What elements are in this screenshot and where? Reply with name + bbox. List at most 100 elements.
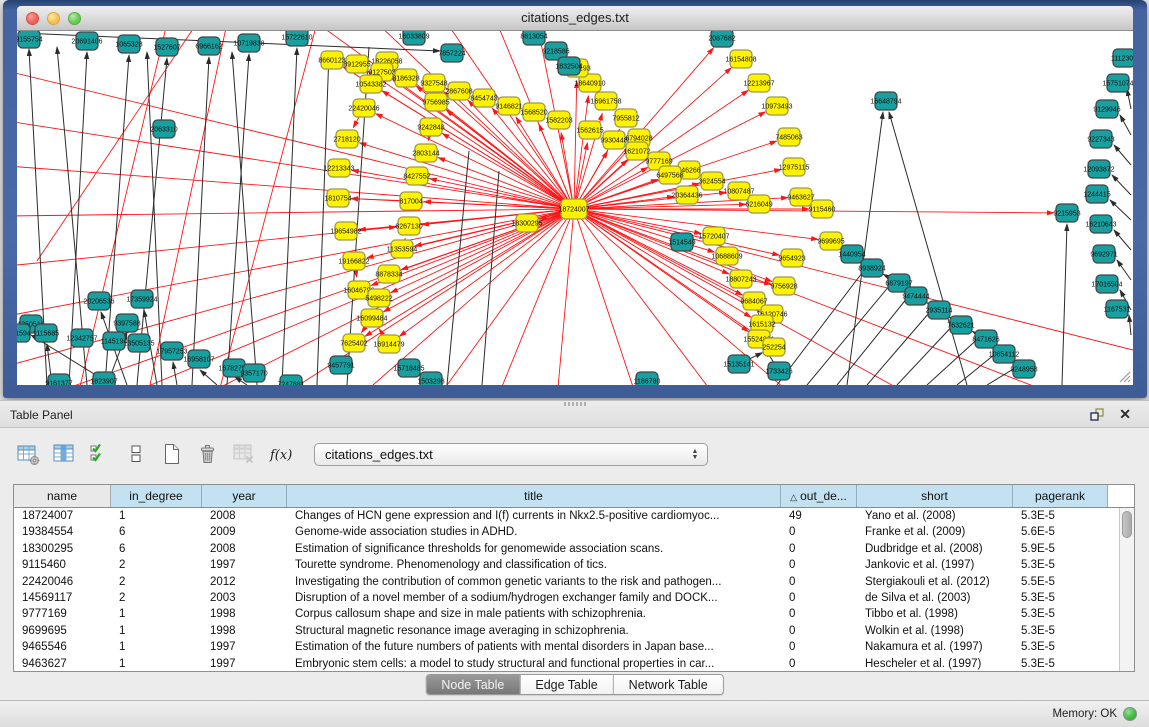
close-panel-icon[interactable]: ✕ <box>1119 406 1131 423</box>
graph-node[interactable]: 16033809 <box>398 31 429 45</box>
graph-node[interactable]: 17016504 <box>1091 275 1122 293</box>
graph-node[interactable]: 2063310 <box>150 120 177 138</box>
tab-network-table[interactable]: Network Table <box>614 675 723 694</box>
graph-node[interactable]: 8912955 <box>343 55 370 73</box>
graph-node[interactable]: 9756928 <box>770 277 797 295</box>
graph-node[interactable]: 1145194 <box>101 332 128 350</box>
graph-node[interactable]: 6216049 <box>745 195 772 213</box>
graph-node[interactable]: 7485063 <box>775 128 802 146</box>
graph-node[interactable]: 16958107 <box>183 350 214 368</box>
graph-node[interactable]: 2867608 <box>445 82 472 100</box>
float-panel-icon[interactable] <box>1090 408 1105 422</box>
select-columns-icon[interactable] <box>86 440 113 468</box>
graph-node[interactable]: 1582203 <box>545 111 572 129</box>
graph-node[interactable]: 1832504 <box>555 57 582 75</box>
graph-node[interactable]: 9129946 <box>1093 100 1120 118</box>
graph-node[interactable]: 6966162 <box>195 37 222 55</box>
graph-node[interactable]: 16961758 <box>590 92 621 110</box>
graph-node[interactable]: 20691406 <box>71 32 102 50</box>
graph-node[interactable]: 9248958 <box>1010 360 1037 378</box>
graph-node[interactable]: 8938924 <box>858 259 885 277</box>
graph-node[interactable]: 15751074 <box>1102 74 1133 92</box>
graph-node[interactable]: 5498222 <box>365 289 392 307</box>
graph-node[interactable]: 18807243 <box>725 270 756 288</box>
graph-node[interactable]: 1823907 <box>90 372 117 385</box>
graph-node[interactable]: 15135141 <box>723 355 754 373</box>
graph-node[interactable]: 8813054 <box>520 31 547 45</box>
graph-node[interactable]: 7247881 <box>277 375 304 385</box>
graph-node[interactable]: 1503298 <box>417 372 444 385</box>
graph-node[interactable]: 9242848 <box>417 118 444 136</box>
graph-node[interactable]: 1167531 <box>1104 300 1131 318</box>
graph-node[interactable]: 17359924 <box>126 290 157 308</box>
graph-node[interactable]: 7955812 <box>612 109 639 127</box>
graph-node[interactable]: 15720407 <box>698 227 729 245</box>
table-row[interactable]: 946554611997Estimation of the future num… <box>14 639 1119 655</box>
graph-node[interactable]: 20364436 <box>671 186 702 204</box>
graph-node[interactable]: 16099484 <box>356 309 387 327</box>
graph-node[interactable]: 12342757 <box>66 329 97 347</box>
graph-node[interactable]: 1514549 <box>668 233 695 251</box>
graph-node[interactable]: 2803144 <box>412 144 439 162</box>
graph-node[interactable]: 9930448 <box>600 131 627 149</box>
citation-network-graph[interactable]: 1872400786601238912955182260589127503818… <box>17 31 1133 385</box>
graph-node[interactable]: 9357170 <box>240 364 267 382</box>
delete-columns-icon[interactable] <box>194 440 221 468</box>
graph-node[interactable]: 8186328 <box>392 69 419 87</box>
table-row[interactable]: 977716911998Corpus callosum shape and si… <box>14 606 1119 622</box>
graph-node[interactable]: 13505135 <box>123 334 154 352</box>
graph-node[interactable]: 9115460 <box>809 200 836 218</box>
graph-node[interactable]: 12213343 <box>323 159 354 177</box>
table-row[interactable]: 1872400712008Changes of HCN gene express… <box>14 508 1119 524</box>
graph-node[interactable]: 6497568 <box>656 166 683 184</box>
graph-node[interactable]: 1562615 <box>576 121 603 139</box>
graph-node[interactable]: 11353594 <box>387 240 418 258</box>
graph-node[interactable]: 16154808 <box>725 50 756 68</box>
graph-node[interactable]: 22420046 <box>348 99 379 117</box>
graph-node[interactable]: 12213967 <box>743 74 774 92</box>
graph-node[interactable]: 16648794 <box>870 92 901 110</box>
graph-node[interactable]: 2718120 <box>333 130 360 148</box>
network-window[interactable]: citations_edges.txt 18724007866012389129… <box>3 0 1147 398</box>
graph-node[interactable]: 1112304 <box>1111 49 1133 67</box>
table-mode-icon[interactable] <box>14 440 41 468</box>
table-row[interactable]: 1938455462009Genome-wide association stu… <box>14 524 1119 540</box>
graph-node[interactable]: 2935114 <box>926 301 953 319</box>
graph-node[interactable]: 10543382 <box>355 75 386 93</box>
column-header-out_de[interactable]: △out_de... <box>781 485 857 507</box>
graph-hub-node[interactable]: 18724007 <box>558 199 589 219</box>
column-header-name[interactable]: name <box>14 485 111 507</box>
graph-node[interactable]: 1810754 <box>324 189 351 207</box>
table-row[interactable]: 946362711997Embryonic stem cells: a mode… <box>14 656 1119 671</box>
column-header-in_degree[interactable]: in_degree <box>111 485 202 507</box>
network-canvas[interactable]: 1872400786601238912955182260589127503818… <box>17 31 1133 385</box>
resize-grip-icon[interactable] <box>1117 369 1131 383</box>
graph-node[interactable]: 1065328 <box>115 35 142 53</box>
graph-node[interactable]: 12093872 <box>1083 160 1114 178</box>
table-row[interactable]: 1830029562008Estimation of significance … <box>14 541 1119 557</box>
network-window-titlebar[interactable]: citations_edges.txt <box>17 6 1133 31</box>
splitter-grip[interactable] <box>564 402 586 406</box>
table-row[interactable]: 969969511998Structural magnetic resonanc… <box>14 623 1119 639</box>
graph-node[interactable]: 8427552 <box>403 167 430 185</box>
graph-node[interactable]: 2087682 <box>708 31 735 47</box>
graph-node[interactable]: 9155754 <box>17 31 43 48</box>
column-header-year[interactable]: year <box>202 485 287 507</box>
table-row[interactable]: 1456911722003Disruption of a novel membe… <box>14 590 1119 606</box>
graph-node[interactable]: 9327548 <box>420 74 447 92</box>
graph-node[interactable]: 10688609 <box>711 247 742 265</box>
graph-node[interactable]: 9146821 <box>495 97 522 115</box>
table-row[interactable]: 2242004622012Investigating the contribut… <box>14 574 1119 590</box>
graph-node[interactable]: 391594 <box>17 324 31 342</box>
column-header-title[interactable]: title <box>287 485 781 507</box>
graph-node[interactable]: 1527607 <box>153 38 180 56</box>
graph-node[interactable]: 1244415 <box>1083 185 1110 203</box>
graph-node[interactable]: 10719838 <box>233 34 264 52</box>
graph-node[interactable]: 1733426 <box>765 362 792 380</box>
graph-node[interactable]: 16914479 <box>373 335 404 353</box>
graph-node[interactable]: 9699695 <box>817 232 844 250</box>
column-header-short[interactable]: short <box>857 485 1013 507</box>
graph-node[interactable]: 9474444 <box>902 287 929 305</box>
graph-node[interactable]: 19654982 <box>330 222 361 240</box>
graph-node[interactable]: 252254 <box>762 338 785 356</box>
